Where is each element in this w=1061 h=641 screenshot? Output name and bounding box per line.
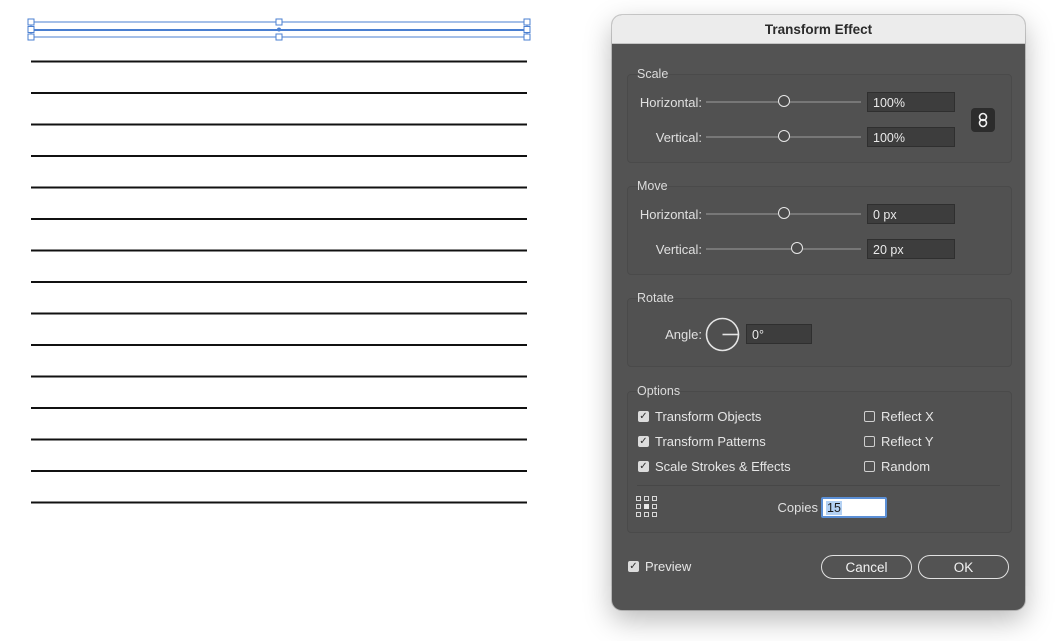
reflect-x-checkbox[interactable]: Reflect X	[864, 409, 934, 424]
move-vertical-slider[interactable]	[706, 242, 861, 256]
checkbox-box[interactable]: ✓	[628, 561, 639, 572]
reflect-y-checkbox[interactable]: Reflect Y	[864, 434, 934, 449]
copies-value: 15	[826, 501, 842, 515]
preview-checkbox[interactable]: ✓ Preview	[628, 559, 691, 574]
preview-label: Preview	[645, 559, 692, 574]
scale-strokes-label: Scale Strokes & Effects	[655, 459, 791, 474]
scale-vertical-slider[interactable]	[706, 130, 861, 144]
checkbox-box[interactable]: ✓	[638, 411, 649, 422]
options-group-label: Options	[637, 384, 681, 398]
cancel-button[interactable]: Cancel	[821, 555, 912, 579]
options-divider	[637, 485, 1000, 486]
move-group-label: Move	[637, 179, 668, 193]
link-icon	[978, 112, 988, 128]
slider-thumb[interactable]	[777, 95, 790, 107]
move-horizontal-slider[interactable]	[706, 207, 861, 221]
scale-horizontal-slider[interactable]	[706, 95, 861, 109]
slider-thumb[interactable]	[777, 207, 790, 219]
copies-field[interactable]: 15	[821, 497, 887, 518]
dialog-titlebar[interactable]: Transform Effect	[612, 15, 1025, 44]
selection-bounding-box[interactable]	[27, 18, 531, 41]
angle-label: Angle:	[665, 327, 702, 342]
copies-label: Copies	[777, 500, 818, 515]
dialog-title: Transform Effect	[764, 21, 873, 37]
angle-field[interactable]: 0°	[746, 324, 812, 344]
slider-thumb[interactable]	[777, 130, 790, 142]
move-group	[627, 186, 1012, 275]
move-vertical-label: Vertical:	[655, 242, 702, 257]
move-horizontal-field[interactable]: 0 px	[867, 204, 955, 224]
reference-point-icon[interactable]	[636, 496, 657, 517]
random-checkbox[interactable]: Random	[864, 459, 930, 474]
scale-horizontal-label: Horizontal:	[639, 95, 702, 110]
checkbox-box[interactable]	[864, 411, 875, 422]
slider-thumb[interactable]	[791, 242, 804, 254]
scale-horizontal-field[interactable]: 100%	[867, 92, 955, 112]
scale-group-label: Scale	[637, 67, 669, 81]
move-horizontal-label: Horizontal:	[639, 207, 702, 222]
angle-dial[interactable]	[705, 317, 740, 352]
rotate-group-label: Rotate	[637, 291, 674, 305]
checkbox-box[interactable]	[864, 436, 875, 447]
scale-strokes-checkbox[interactable]: ✓ Scale Strokes & Effects	[638, 459, 791, 474]
artboard-canvas[interactable]	[0, 0, 560, 641]
scale-vertical-label: Vertical:	[655, 130, 702, 145]
checkbox-box[interactable]: ✓	[638, 461, 649, 472]
transform-patterns-label: Transform Patterns	[655, 434, 766, 449]
transform-patterns-checkbox[interactable]: ✓ Transform Patterns	[638, 434, 766, 449]
scale-vertical-field[interactable]: 100%	[867, 127, 955, 147]
constrain-proportions-button[interactable]	[971, 108, 995, 132]
random-label: Random	[881, 459, 931, 474]
checkbox-box[interactable]: ✓	[638, 436, 649, 447]
scale-group	[627, 74, 1012, 163]
transform-objects-label: Transform Objects	[655, 409, 762, 424]
checkbox-box[interactable]	[864, 461, 875, 472]
transform-objects-checkbox[interactable]: ✓ Transform Objects	[638, 409, 761, 424]
move-vertical-field[interactable]: 20 px	[867, 239, 955, 259]
reflect-y-label: Reflect Y	[881, 434, 934, 449]
reflect-x-label: Reflect X	[881, 409, 934, 424]
ok-button[interactable]: OK	[918, 555, 1009, 579]
